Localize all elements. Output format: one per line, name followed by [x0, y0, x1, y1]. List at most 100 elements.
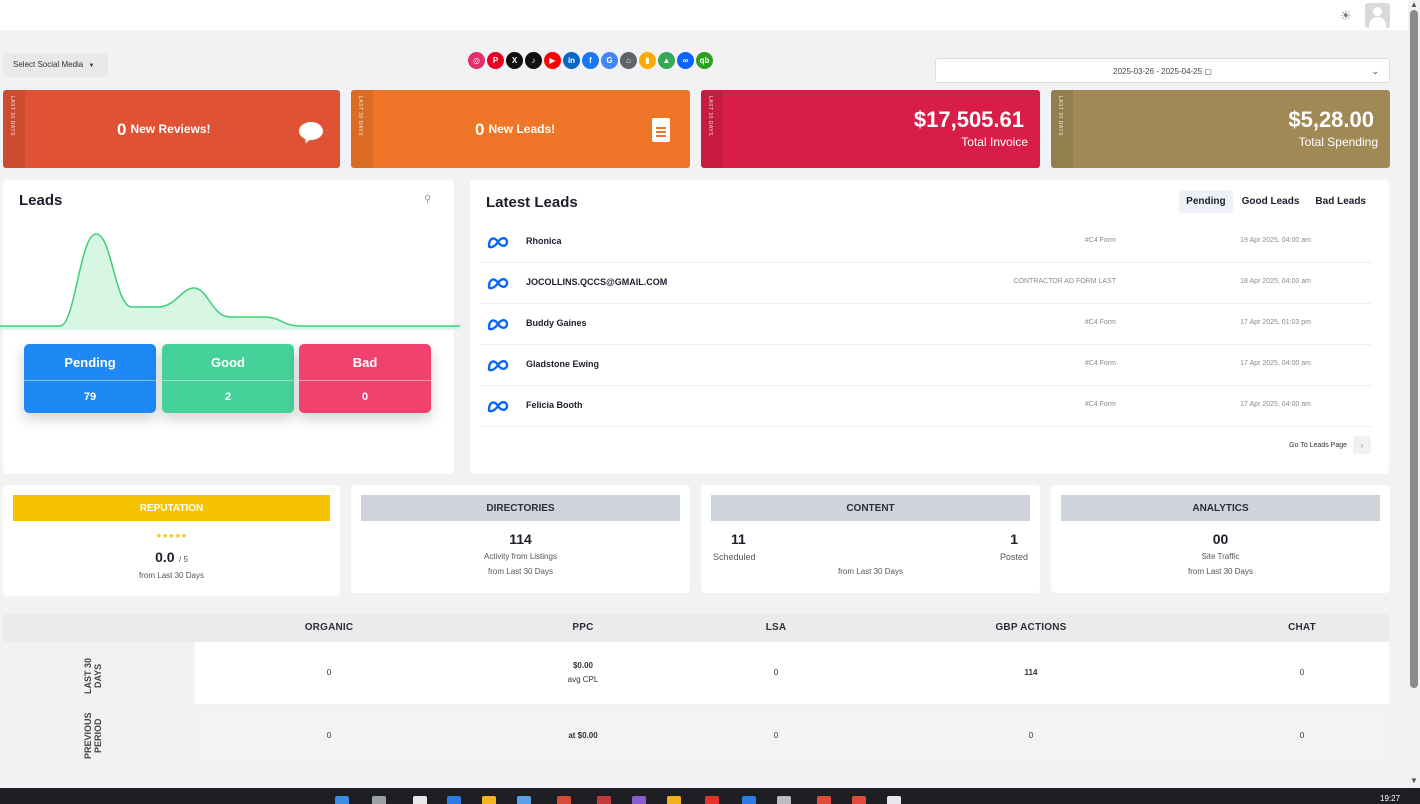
lead-name: Buddy Gaines	[526, 318, 587, 328]
user-avatar-icon[interactable]	[1365, 3, 1390, 28]
gbp-cell: 114	[1024, 668, 1038, 677]
column-gbp-actions: GBP ACTIONS	[995, 622, 1067, 633]
store-icon[interactable]: ⌂	[620, 52, 637, 69]
organic-cell: 0	[326, 668, 332, 677]
search-icon[interactable]	[372, 796, 386, 804]
bad-label: Bad	[299, 344, 431, 381]
scrollbar[interactable]: ▲ ▼	[1408, 0, 1420, 788]
quickbooks-icon[interactable]: qb	[696, 52, 713, 69]
x-icon[interactable]: X	[506, 52, 523, 69]
lead-list-item[interactable]: JOCOLLINS.QCCS@GMAIL.COM CONTRACTOR AD FO…	[480, 263, 1371, 304]
meta-icon	[487, 278, 509, 290]
app-icon[interactable]	[632, 796, 646, 804]
lead-date: 19 Apr 2025, 04:00 am	[1240, 237, 1311, 244]
tiktok-icon[interactable]: ♪	[525, 52, 542, 69]
meta-icon[interactable]: ∞	[677, 52, 694, 69]
lead-name: Gladstone Ewing	[526, 359, 600, 369]
reputation-outof: / 5	[179, 555, 188, 564]
edge-icon[interactable]	[447, 796, 461, 804]
task-view-icon[interactable]	[413, 796, 427, 804]
column-organic: ORGANIC	[304, 622, 354, 633]
facebook-icon[interactable]: f	[582, 52, 599, 69]
calendar-icon[interactable]	[887, 796, 901, 804]
meta-icon	[487, 237, 509, 249]
leads-title: Leads	[19, 192, 63, 209]
scroll-up-icon[interactable]: ▲	[1410, 0, 1418, 9]
tab-bad-leads[interactable]: Bad Leads	[1308, 190, 1373, 213]
lead-name: Felicia Booth	[526, 400, 583, 410]
sun-icon[interactable]: ☀	[1340, 8, 1352, 24]
lead-list-item[interactable]: Felicia Booth #C4 Form 17 Apr 2025, 04:00 …	[480, 386, 1371, 427]
total-spending-card[interactable]: LAST 30 DAYS $5,28.00 Total Spending	[1051, 90, 1390, 168]
date-range-picker[interactable]: 2025-03-26 - 2025-04-25 ▢ ⌄	[935, 58, 1390, 83]
gbp-cell: 0	[1028, 731, 1034, 740]
reputation-note: from Last 30 Days	[139, 571, 204, 580]
analytics-header: ANALYTICS	[1061, 495, 1380, 521]
lead-list-item[interactable]: Rhonica #C4 Form 19 Apr 2025, 04:00 am	[480, 222, 1371, 263]
directories-header: DIRECTORIES	[361, 495, 680, 521]
organic-cell: 0	[326, 731, 332, 740]
youtube-icon[interactable]: ▶	[544, 52, 561, 69]
reputation-card[interactable]: REPUTATION ★★★★★ 0.0 / 5 from Last 30 Da…	[3, 485, 340, 596]
chat-bubble-icon	[299, 122, 323, 140]
pin-icon[interactable]: ⚲	[424, 194, 431, 205]
chat-cell: 0	[1299, 668, 1305, 677]
row-label-last-30-days: LAST 30 DAYS	[83, 658, 103, 695]
chevron-down-icon: ⌄	[1371, 66, 1379, 76]
date-range-value: 2025-03-26 - 2025-04-25	[1113, 67, 1203, 76]
app-icon[interactable]	[777, 796, 791, 804]
lead-date: 18 Apr 2025, 04:00 am	[1240, 278, 1311, 285]
instagram-icon[interactable]: ◎	[468, 52, 485, 69]
lead-list-item[interactable]: Gladstone Ewing #C4 Form 17 Apr 2025, 04:0…	[480, 345, 1371, 386]
calendar-icon: ▢	[1204, 67, 1212, 76]
total-invoice-card[interactable]: LAST 30 DAYS $17,505.61 Total Invoice	[701, 90, 1040, 168]
google-business-icon[interactable]: G	[601, 52, 618, 69]
google-ads-icon[interactable]: ▲	[658, 52, 675, 69]
go-to-leads-label: Go To Leads Page	[1289, 441, 1347, 449]
store-icon[interactable]	[517, 796, 531, 804]
new-reviews-card[interactable]: LAST 30 DAYS 0 New Reviews!	[3, 90, 340, 168]
pinterest-icon[interactable]: P	[487, 52, 504, 69]
new-leads-card[interactable]: LAST 30 DAYS 0 New Leads!	[351, 90, 690, 168]
select-social-media-dropdown[interactable]: Select Social Media ▼	[3, 53, 108, 77]
scheduled-value: 11	[731, 531, 746, 547]
go-to-leads-link[interactable]: Go To Leads Page ›	[1289, 436, 1371, 454]
bad-leads-tile[interactable]: Bad 0	[299, 344, 431, 413]
period-label: LAST 30 DAYS	[357, 96, 363, 136]
start-icon[interactable]	[335, 796, 349, 804]
leads-count: 0	[475, 120, 485, 139]
chrome-icon[interactable]	[852, 796, 866, 804]
chrome-icon[interactable]	[817, 796, 831, 804]
reviews-label: New Reviews!	[130, 122, 211, 136]
lead-form: CONTRACTOR AD FORM LAST	[1013, 278, 1116, 285]
pending-leads-tile[interactable]: Pending 79	[24, 344, 156, 413]
leads-label: New Leads!	[488, 122, 556, 136]
scrollbar-thumb[interactable]	[1410, 10, 1418, 688]
posted-value: 1	[1010, 531, 1018, 547]
app-icon[interactable]	[667, 796, 681, 804]
opera-icon[interactable]	[705, 796, 719, 804]
analytics-card[interactable]: ANALYTICS 00 Site Traffic from Last 30 D…	[1051, 485, 1390, 593]
analytics-label: Site Traffic	[1201, 552, 1240, 561]
table-header: ORGANIC PPC LSA GBP ACTIONS CHAT	[3, 614, 1389, 642]
lead-form: #C4 Form	[1084, 360, 1116, 367]
tab-good-leads[interactable]: Good Leads	[1235, 190, 1307, 213]
ppc-cell: at $0.00	[568, 731, 598, 740]
linkedin-icon[interactable]: in	[563, 52, 580, 69]
scroll-down-icon[interactable]: ▼	[1410, 776, 1418, 785]
tab-pending[interactable]: Pending	[1179, 190, 1233, 213]
app-icon[interactable]	[597, 796, 611, 804]
good-leads-tile[interactable]: Good 2	[162, 344, 294, 413]
lead-list-item[interactable]: Buddy Gaines #C4 Form 17 Apr 2025, 01:03 p…	[480, 304, 1371, 345]
total-invoice-value: $17,505.61	[913, 107, 1024, 132]
reputation-header: REPUTATION	[13, 495, 330, 521]
latest-leads-panel: Latest Leads Pending Good Leads Bad Lead…	[470, 180, 1389, 474]
google-analytics-icon[interactable]: ▮	[639, 52, 656, 69]
app-icon[interactable]	[742, 796, 756, 804]
chrome-icon[interactable]	[557, 796, 571, 804]
file-explorer-icon[interactable]	[482, 796, 496, 804]
directories-card[interactable]: DIRECTORIES 114 Activity from Listings f…	[351, 485, 690, 593]
trend-line	[0, 233, 460, 327]
pending-value: 79	[83, 391, 97, 403]
content-card[interactable]: CONTENT 11 Scheduled 1 Posted from Last …	[701, 485, 1040, 593]
